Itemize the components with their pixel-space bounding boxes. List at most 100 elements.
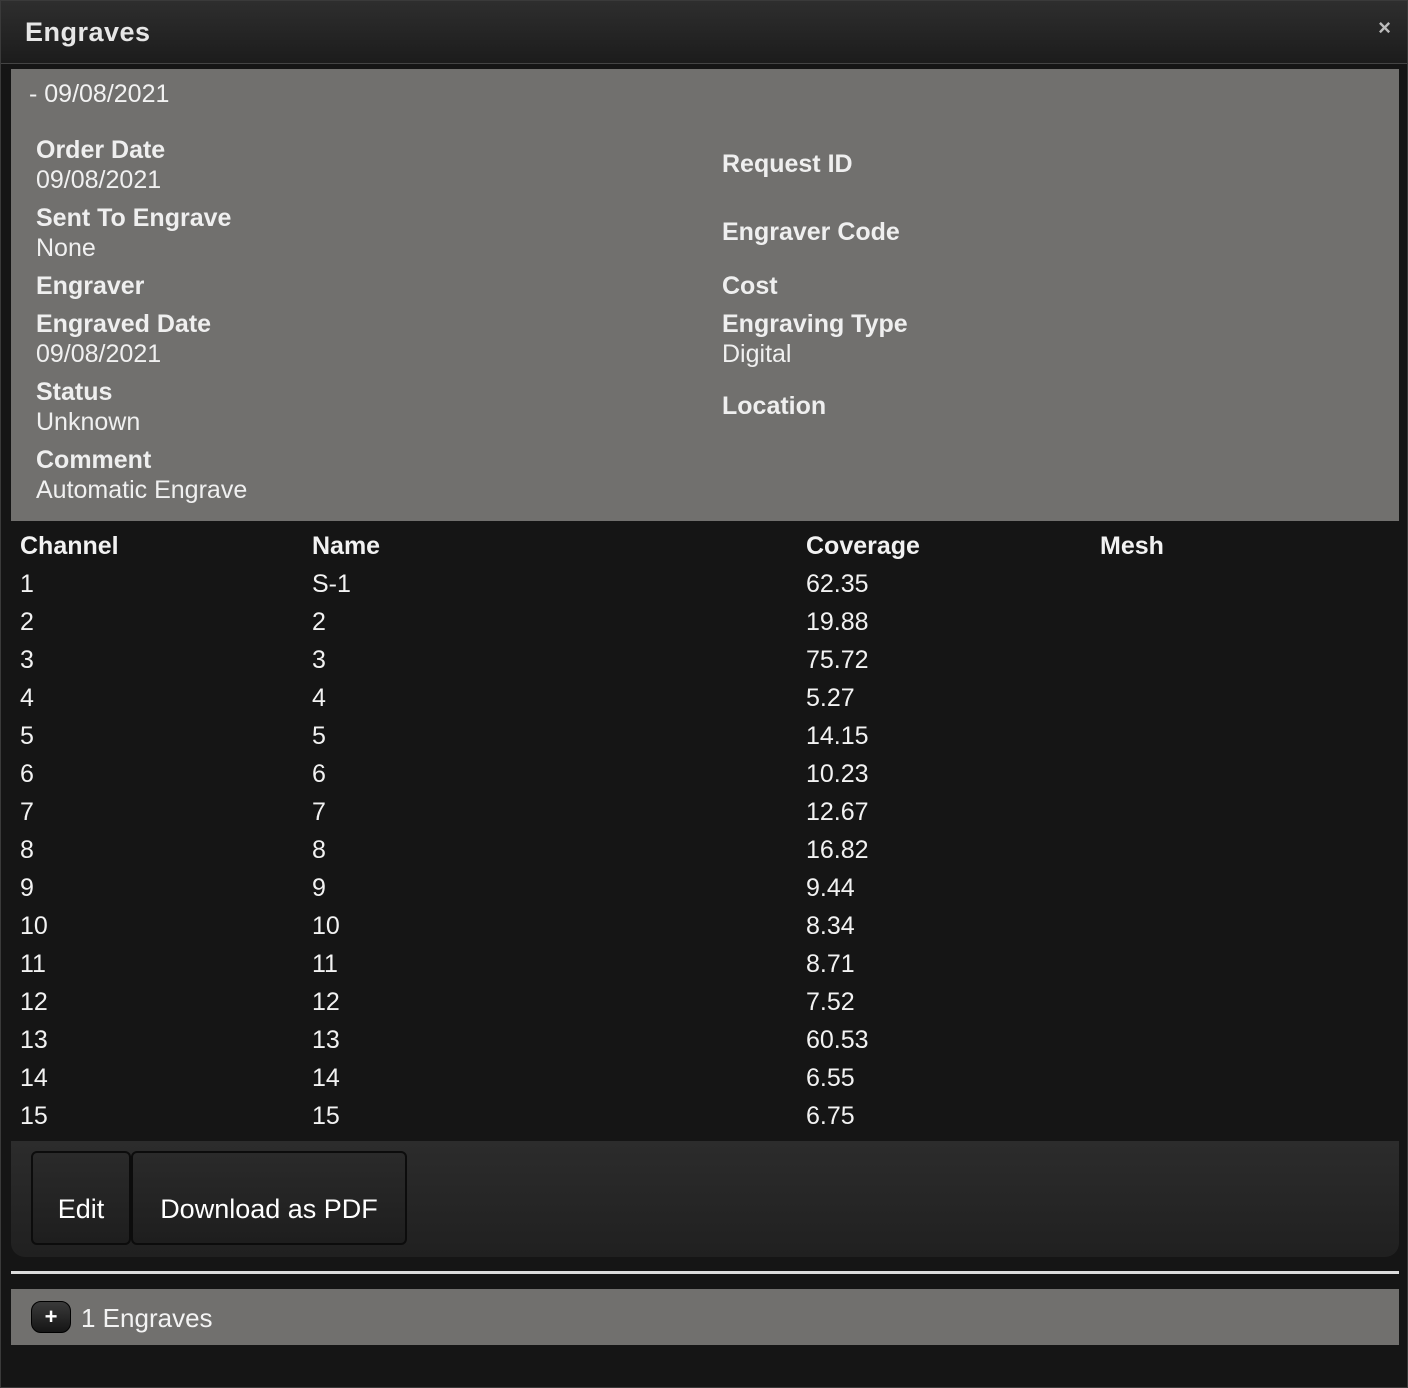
download-pdf-button[interactable]: Download as PDF [131, 1151, 407, 1245]
cell-coverage: 16.82 [806, 835, 869, 864]
edit-button[interactable]: Edit [31, 1151, 131, 1245]
cell-coverage: 8.34 [806, 911, 855, 940]
engraves-dialog: Engraves × - 09/08/2021 Order Date 09/08… [0, 0, 1408, 1388]
cell-channel: 2 [20, 607, 34, 636]
cell-channel: 3 [20, 645, 34, 674]
engraves-count: 1 Engraves [81, 1303, 213, 1333]
table-row: 10 10 8.34 [11, 907, 1399, 945]
field-engraving-type: Engraving Type Digital [722, 309, 908, 369]
table-row: 6 6 10.23 [11, 755, 1399, 793]
table-row: 9 9 9.44 [11, 869, 1399, 907]
cell-coverage: 19.88 [806, 607, 869, 636]
field-label: Comment [36, 446, 152, 474]
cell-channel: 9 [20, 873, 34, 902]
field-comment: Comment Automatic Engrave [36, 445, 247, 505]
cell-channel: 12 [20, 987, 48, 1016]
cell-channel: 13 [20, 1025, 48, 1054]
cell-mesh [1091, 793, 1399, 831]
cell-name: 5 [312, 721, 326, 750]
cell-name: 10 [312, 911, 340, 940]
channels-table: Channel Name Coverage Mesh 1 S-1 62.35 2 2 19… [11, 527, 1399, 1135]
header-channel: Channel [20, 531, 119, 560]
table-row: 11 11 8.71 [11, 945, 1399, 983]
cell-name: 12 [312, 987, 340, 1016]
field-location: Location [722, 391, 826, 421]
engrave-info-panel: - 09/08/2021 Order Date 09/08/2021 Sent … [11, 69, 1399, 521]
field-label: Engraver [36, 272, 145, 300]
cell-mesh [1091, 907, 1399, 945]
cell-mesh [1091, 983, 1399, 1021]
table-row: 12 12 7.52 [11, 983, 1399, 1021]
table-row: 2 2 19.88 [11, 603, 1399, 641]
cell-name: 8 [312, 835, 326, 864]
table-row: 5 5 14.15 [11, 717, 1399, 755]
field-engraved-date: Engraved Date 09/08/2021 [36, 309, 211, 369]
cell-name: 2 [312, 607, 326, 636]
field-value: Unknown [36, 408, 141, 436]
cell-channel: 10 [20, 911, 48, 940]
field-value: Automatic Engrave [36, 476, 248, 504]
table-row: 4 4 5.27 [11, 679, 1399, 717]
cell-name: 15 [312, 1101, 340, 1130]
cell-coverage: 6.55 [806, 1063, 855, 1092]
cell-mesh [1091, 641, 1399, 679]
field-value: Digital [722, 340, 792, 368]
cell-mesh [1091, 1059, 1399, 1097]
expand-button[interactable]: + [31, 1301, 71, 1333]
table-row: 1 S-1 62.35 [11, 565, 1399, 603]
cell-mesh [1091, 1021, 1399, 1059]
dialog-title: Engraves [25, 17, 151, 47]
field-cost: Cost [722, 271, 778, 301]
cell-coverage: 8.71 [806, 949, 855, 978]
field-value: 09/08/2021 [36, 166, 162, 194]
cell-channel: 6 [20, 759, 34, 788]
cell-mesh [1091, 831, 1399, 869]
field-label: Cost [722, 272, 778, 300]
table-row: 13 13 60.53 [11, 1021, 1399, 1059]
field-value: None [36, 234, 96, 262]
field-label: Request ID [722, 150, 853, 178]
cell-coverage: 12.67 [806, 797, 869, 826]
field-engraver: Engraver [36, 271, 144, 301]
field-value: 09/08/2021 [36, 340, 162, 368]
cell-mesh [1091, 603, 1399, 641]
cell-coverage: 10.23 [806, 759, 869, 788]
engraves-summary-bar: + 1 Engraves [11, 1289, 1399, 1345]
table-row: 14 14 6.55 [11, 1059, 1399, 1097]
cell-channel: 8 [20, 835, 34, 864]
engrave-date-header: - 09/08/2021 [29, 80, 170, 108]
cell-mesh [1091, 755, 1399, 793]
cell-name: 7 [312, 797, 326, 826]
header-mesh: Mesh [1100, 531, 1164, 560]
cell-channel: 15 [20, 1101, 48, 1130]
cell-channel: 7 [20, 797, 34, 826]
cell-coverage: 9.44 [806, 873, 855, 902]
cell-channel: 14 [20, 1063, 48, 1092]
table-row: 7 7 12.67 [11, 793, 1399, 831]
table-header-row: Channel Name Coverage Mesh [11, 527, 1399, 565]
table-row: 8 8 16.82 [11, 831, 1399, 869]
table-row: 15 15 6.75 [11, 1097, 1399, 1135]
cell-channel: 5 [20, 721, 34, 750]
cell-mesh [1091, 565, 1399, 603]
header-name: Name [312, 531, 381, 560]
table-body: 1 S-1 62.35 2 2 19.88 3 3 75.72 4 4 5.27 5 5 14.15 6 6 10… [11, 565, 1399, 1135]
cell-coverage: 6.75 [806, 1101, 855, 1130]
cell-coverage: 5.27 [806, 683, 855, 712]
table-row: 3 3 75.72 [11, 641, 1399, 679]
close-icon[interactable]: × [1378, 15, 1391, 41]
cell-coverage: 75.72 [806, 645, 869, 674]
cell-name: 6 [312, 759, 326, 788]
cell-coverage: 7.52 [806, 987, 855, 1016]
cell-mesh [1091, 679, 1399, 717]
cell-mesh [1091, 945, 1399, 983]
cell-channel: 11 [20, 949, 46, 978]
cell-mesh [1091, 869, 1399, 907]
cell-mesh [1091, 717, 1399, 755]
cell-name: 11 [312, 949, 338, 978]
field-label: Engraving Type [722, 310, 908, 338]
field-label: Order Date [36, 136, 166, 164]
cell-name: 3 [312, 645, 326, 674]
dialog-titlebar: Engraves × [1, 1, 1407, 64]
cell-mesh [1091, 1097, 1399, 1135]
